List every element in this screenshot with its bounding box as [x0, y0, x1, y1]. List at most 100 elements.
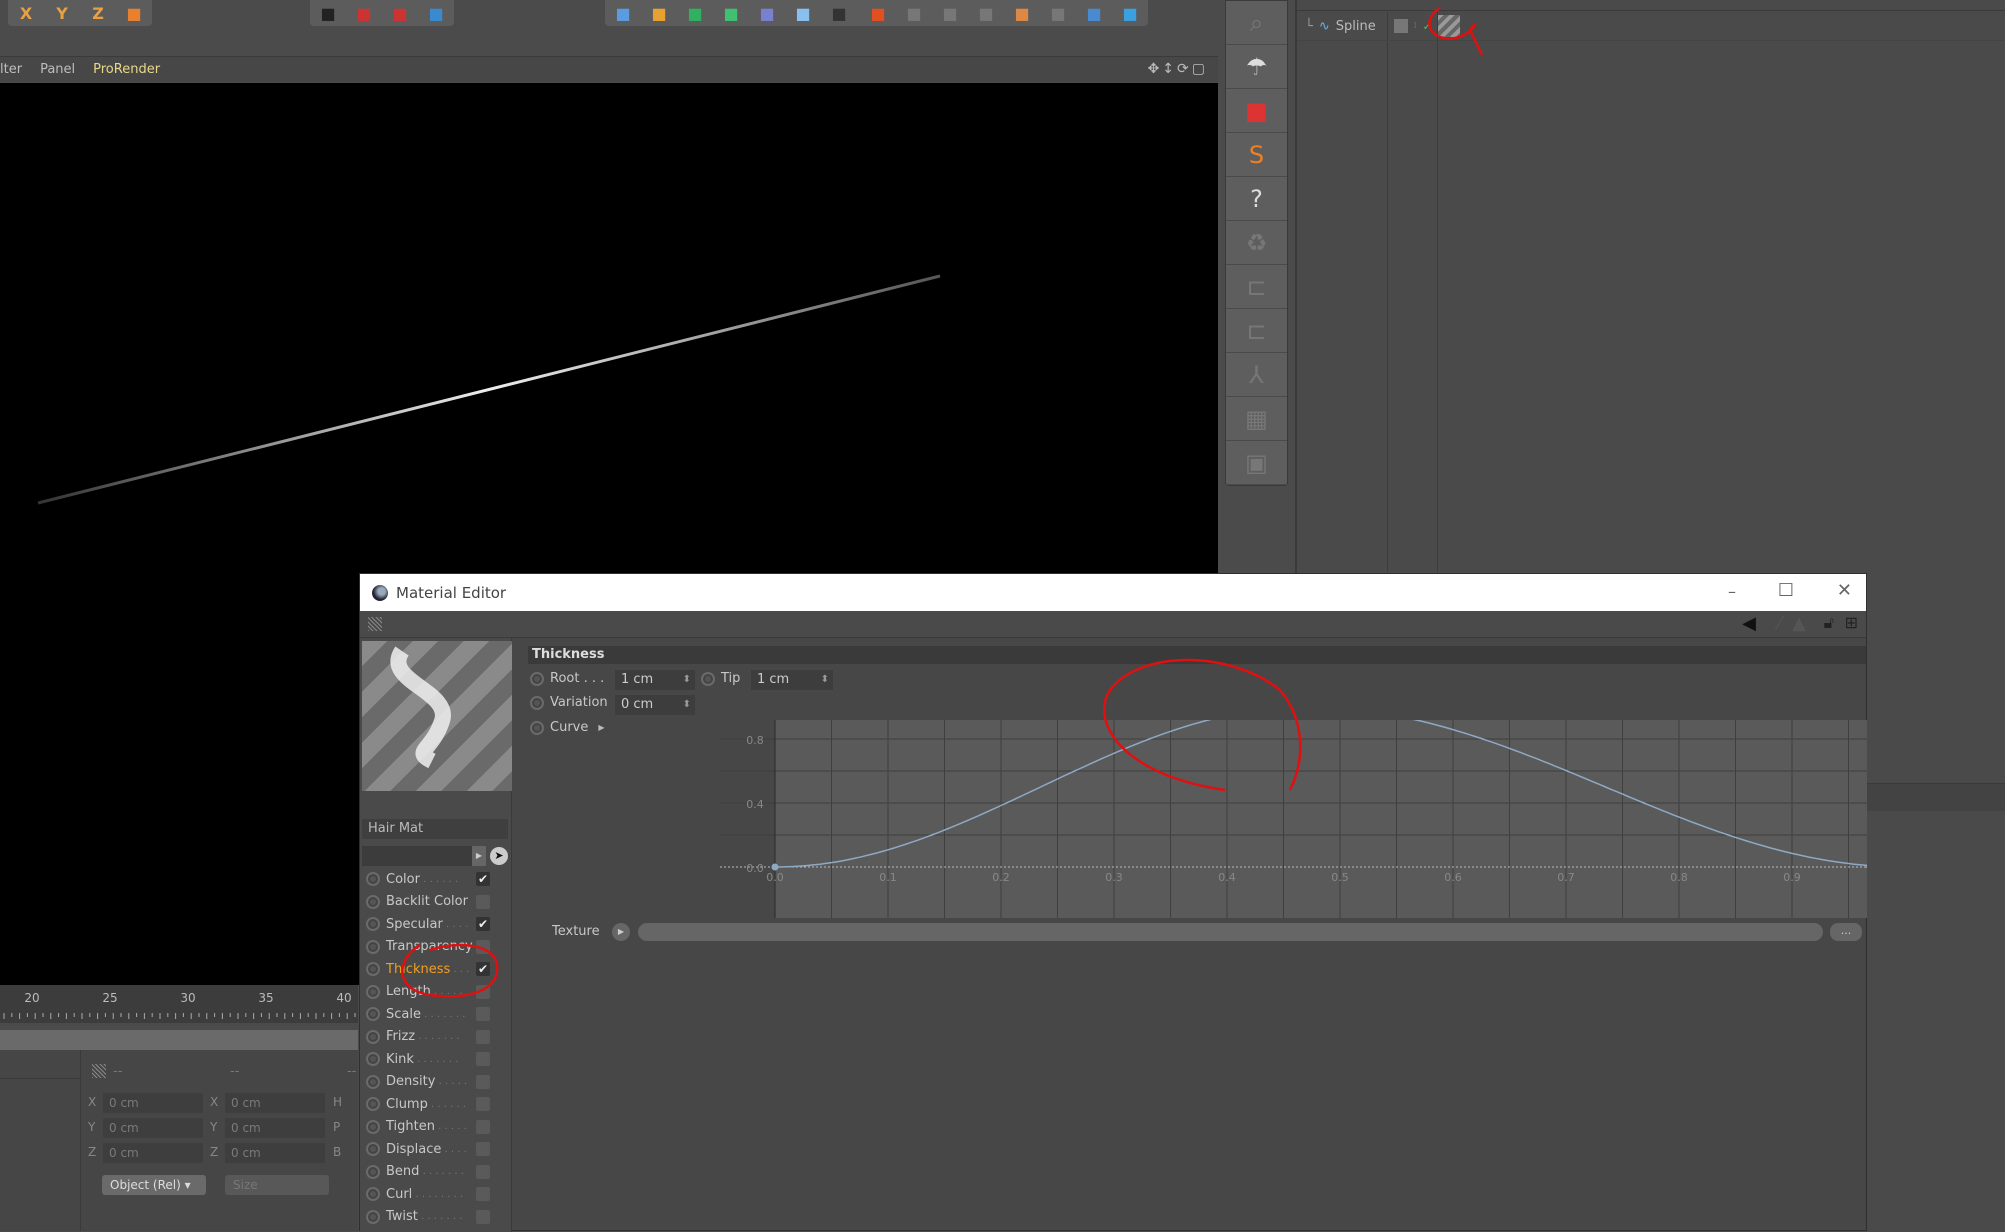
curve-point[interactable]: [771, 863, 779, 871]
channel-clump[interactable]: Clump . . . . . .: [366, 1094, 512, 1114]
edit-icon[interactable]: ■: [1004, 0, 1040, 26]
channel-scale[interactable]: Scale . . . . . . .: [366, 1004, 512, 1024]
recycle-icon[interactable]: ♻: [1226, 221, 1287, 265]
null-icon[interactable]: ■: [968, 0, 1004, 26]
size-x-input[interactable]: 0 cm: [225, 1093, 325, 1113]
channel-anim-radio[interactable]: [366, 1052, 380, 1066]
maximize-button[interactable]: ☐: [1778, 580, 1794, 601]
channel-checkbox[interactable]: ✔: [476, 872, 490, 886]
channel-bend[interactable]: Bend . . . . . . .: [366, 1162, 512, 1182]
channel-anim-radio[interactable]: [366, 1187, 380, 1201]
deformer-icon[interactable]: ■: [749, 0, 785, 26]
viewport-nav-icons[interactable]: ✥↕⟳▢: [1148, 61, 1208, 77]
size-mode-dropdown[interactable]: Size: [225, 1175, 329, 1195]
channel-checkbox[interactable]: [476, 1142, 490, 1156]
variation-anim-radio[interactable]: [530, 695, 544, 710]
layer-arrow-button[interactable]: ▶: [472, 846, 486, 866]
channel-specular[interactable]: Specular . . . . ✔: [366, 914, 512, 934]
channel-checkbox[interactable]: [476, 1119, 490, 1134]
channel-density[interactable]: Density . . . . .: [366, 1072, 512, 1092]
size-z-input[interactable]: 0 cm: [225, 1143, 325, 1163]
subdivision-icon[interactable]: ■: [677, 0, 713, 26]
y-icon[interactable]: Y: [44, 0, 80, 26]
channel-checkbox[interactable]: ✔: [476, 962, 490, 976]
channel-curl[interactable]: Curl . . . . . . . .: [366, 1184, 512, 1204]
channel-displace[interactable]: Displace . . . .: [366, 1139, 512, 1159]
channel-anim-radio[interactable]: [366, 1142, 380, 1156]
visibility-dots-icon[interactable]: ⁞: [1414, 21, 1417, 31]
title-bar[interactable]: Material Editor – ☐ ✕: [360, 574, 1866, 611]
channel-checkbox[interactable]: [476, 1209, 490, 1224]
texture-expand-button[interactable]: ▶: [612, 923, 630, 941]
cloner-icon[interactable]: ■: [713, 0, 749, 26]
channel-checkbox[interactable]: [476, 984, 490, 999]
channel-anim-radio[interactable]: [366, 1097, 380, 1111]
back-arrow-icon[interactable]: ◀: [1742, 613, 1756, 634]
channel-frizz[interactable]: Frizz . . . . . . .: [366, 1027, 512, 1047]
cube-texture-icon[interactable]: ▣: [1226, 441, 1287, 485]
knife-icon[interactable]: ■: [896, 0, 932, 26]
channel-anim-radio[interactable]: [366, 894, 380, 909]
channel-transparency[interactable]: Transparency: [366, 937, 512, 957]
curve-expand-arrow-icon[interactable]: ▶: [598, 723, 604, 732]
search-icon[interactable]: ⌕: [1226, 1, 1287, 45]
pen-icon[interactable]: ■: [641, 0, 677, 26]
channel-checkbox[interactable]: ✔: [476, 917, 490, 931]
channel-tighten[interactable]: Tighten . . . . .: [366, 1117, 512, 1137]
x-icon[interactable]: X: [8, 0, 44, 26]
menu-prorender[interactable]: ProRender: [93, 62, 160, 77]
channel-backlit-color[interactable]: Backlit Color: [366, 892, 512, 912]
floor-icon[interactable]: ■: [785, 0, 821, 26]
pick-cursor-button[interactable]: ➤: [490, 847, 508, 865]
js-help-icon[interactable]: ?: [1226, 177, 1287, 221]
camera-icon[interactable]: ■: [821, 0, 857, 26]
channel-anim-radio[interactable]: [366, 1209, 380, 1224]
tip-anim-radio[interactable]: [701, 671, 715, 686]
z-icon[interactable]: Z: [80, 0, 116, 26]
variation-input[interactable]: 0 cm: [615, 695, 695, 715]
lock-icon[interactable]: 🔓︎: [1824, 613, 1834, 633]
hair-material-tag-icon[interactable]: [1437, 15, 1460, 37]
extrude-icon[interactable]: ■: [932, 0, 968, 26]
channel-anim-radio[interactable]: [366, 984, 380, 999]
position-x-input[interactable]: 0 cm: [103, 1093, 203, 1113]
texture-tag-icon[interactable]: ▦: [1226, 397, 1287, 441]
root-anim-radio[interactable]: [530, 671, 544, 686]
channel-anim-radio[interactable]: [366, 962, 380, 976]
material-name-field[interactable]: Hair Mat: [362, 819, 508, 839]
channel-anim-radio[interactable]: [366, 1164, 380, 1179]
cube-icon[interactable]: ■: [605, 0, 641, 26]
channel-color[interactable]: Color . . . . . . ✔: [366, 869, 512, 889]
s-script-icon[interactable]: S: [1226, 133, 1287, 177]
layer-field[interactable]: [362, 846, 472, 866]
channel-checkbox[interactable]: [476, 894, 490, 909]
channel-checkbox[interactable]: [476, 1052, 490, 1066]
render-queue-icon[interactable]: ■: [382, 0, 418, 26]
texture-slot[interactable]: [638, 923, 1823, 941]
up-arrow-icon[interactable]: ▲: [1792, 613, 1806, 634]
align-icon[interactable]: ⊏: [1226, 265, 1287, 309]
minimize-button[interactable]: –: [1728, 582, 1736, 601]
channel-checkbox[interactable]: [476, 1007, 490, 1021]
channel-anim-radio[interactable]: [366, 939, 380, 954]
coordinate-mode-dropdown[interactable]: Object (Rel) ▾: [102, 1175, 206, 1195]
channel-anim-radio[interactable]: [366, 1119, 380, 1134]
size-y-input[interactable]: 0 cm: [225, 1118, 325, 1138]
swap-icon[interactable]: ■: [1040, 0, 1076, 26]
position-z-input[interactable]: 0 cm: [103, 1143, 203, 1163]
forward-arrow-icon[interactable]: ⁄: [1778, 613, 1781, 634]
menu-panel[interactable]: Panel: [40, 62, 75, 77]
close-button[interactable]: ✕: [1837, 580, 1852, 601]
timeline-ruler[interactable]: 20 25 30 35 40: [0, 985, 465, 1023]
channel-anim-radio[interactable]: [366, 1074, 380, 1089]
coord-system-icon[interactable]: ■: [116, 0, 152, 26]
channel-twist[interactable]: Twist . . . . . . .: [366, 1207, 512, 1227]
python-icon[interactable]: ■: [1076, 0, 1112, 26]
channel-thickness[interactable]: Thickness . . . ✔: [366, 959, 512, 979]
tip-input[interactable]: 1 cm: [751, 670, 833, 690]
channel-checkbox[interactable]: [476, 1029, 490, 1044]
channel-kink[interactable]: Kink . . . . . . .: [366, 1049, 512, 1069]
sky-dome-icon[interactable]: ■: [1112, 0, 1148, 26]
object-row-spline[interactable]: └ ∿ Spline ⁞ ✓: [1305, 14, 1460, 38]
thickness-curve-graph[interactable]: 0.00.40.80.00.10.20.30.40.50.60.70.80.91…: [615, 720, 1867, 920]
